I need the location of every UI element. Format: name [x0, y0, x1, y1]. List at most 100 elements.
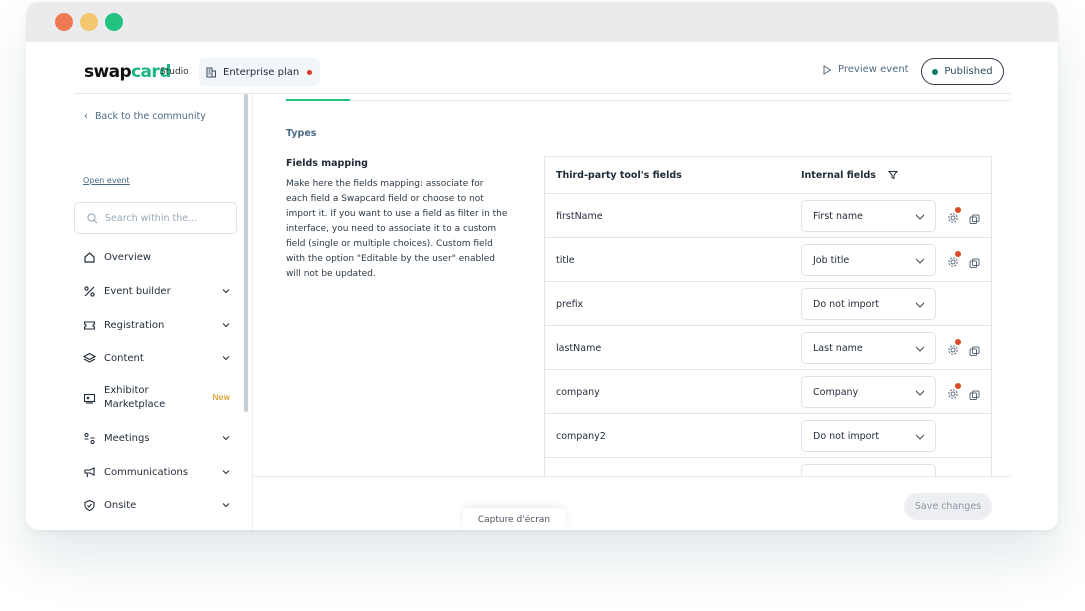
window-titlebar	[26, 2, 1058, 42]
tools-icon	[82, 284, 96, 298]
published-status-button[interactable]: Published	[921, 58, 1004, 85]
sidebar-item-label: Registration	[104, 319, 165, 331]
booth-icon	[82, 391, 96, 405]
plan-alert-dot	[307, 69, 313, 75]
chevron-down-icon	[222, 356, 230, 361]
field-settings-button[interactable]	[947, 251, 961, 267]
duplicate-field-button[interactable]	[969, 210, 981, 224]
copy-icon	[969, 346, 980, 356]
table-row: company Company	[545, 369, 991, 413]
sidebar-item-registration[interactable]: Registration	[82, 318, 230, 332]
sidebar-item-label: Onsite	[104, 499, 137, 511]
sidebar-scrollbar[interactable]	[244, 94, 248, 412]
internal-field-select[interactable]	[801, 464, 936, 476]
swapcard-logo[interactable]: swapcard	[84, 62, 171, 82]
duplicate-field-button[interactable]	[969, 342, 981, 356]
section-title-types: Types	[286, 128, 317, 139]
third-party-field-name: company2	[556, 430, 606, 442]
new-badge: New	[212, 393, 230, 402]
back-to-community-link[interactable]: ‹ Back to the community	[84, 111, 206, 122]
column-header-internal-label: Internal fields	[801, 169, 876, 181]
minimize-window-button[interactable]	[80, 13, 98, 31]
internal-field-select[interactable]: Company	[801, 376, 936, 408]
chevron-down-icon	[915, 302, 925, 308]
browser-window: swapcard Studio Enterprise plan Preview …	[26, 2, 1058, 530]
copy-icon	[969, 214, 980, 224]
settings-alert-dot	[955, 383, 961, 389]
fields-mapping-table: Third-party tool's fields Internal field…	[544, 156, 992, 476]
duplicate-field-button[interactable]	[969, 254, 981, 268]
sidebar-item-exhibitor-marketplace[interactable]: Exhibitor Marketplace New	[82, 384, 230, 412]
third-party-field-name: lastName	[556, 342, 602, 354]
sidebar-item-overview[interactable]: Overview	[82, 250, 230, 264]
sidebar-item-meetings[interactable]: Meetings	[82, 431, 230, 445]
published-label: Published	[944, 66, 993, 77]
tabs-underline	[286, 100, 1011, 101]
internal-field-select[interactable]: Do not import	[801, 288, 936, 320]
megaphone-icon	[82, 465, 96, 479]
sidebar-item-event-builder[interactable]: Event builder	[82, 284, 230, 298]
chevron-down-icon	[915, 390, 925, 396]
maximize-window-button[interactable]	[105, 13, 123, 31]
open-event-link[interactable]: Open event	[83, 176, 130, 185]
close-window-button[interactable]	[55, 13, 73, 31]
gear-icon	[948, 257, 958, 267]
chevron-down-icon	[915, 258, 925, 264]
gear-icon	[948, 213, 958, 223]
third-party-field-name: company	[556, 386, 600, 398]
badge-check-icon	[82, 498, 96, 512]
column-header-internal: Internal fields	[801, 157, 898, 193]
layers-icon	[82, 351, 96, 365]
duplicate-field-button[interactable]	[969, 386, 981, 400]
table-row: firstName First name	[545, 193, 991, 237]
footer-divider	[253, 476, 1011, 477]
internal-field-value: Last name	[813, 342, 863, 354]
copy-icon	[969, 390, 980, 400]
save-changes-button[interactable]: Save changes	[904, 493, 992, 520]
internal-field-select[interactable]: Do not import	[801, 420, 936, 452]
sidebar-item-communications[interactable]: Communications	[82, 465, 230, 479]
sidebar-item-label: Event builder	[104, 285, 171, 297]
ticket-icon	[82, 318, 96, 332]
table-row: company2 Do not import	[545, 413, 991, 457]
chevron-down-icon	[915, 434, 925, 440]
chevron-down-icon	[222, 503, 230, 508]
internal-field-value: Do not import	[813, 430, 880, 442]
table-row: title Job title	[545, 237, 991, 281]
sidebar-item-label: Overview	[104, 251, 152, 263]
third-party-field-name: prefix	[556, 298, 584, 310]
fields-mapping-title: Fields mapping	[286, 158, 368, 169]
internal-field-select[interactable]: Job title	[801, 244, 936, 276]
table-row: lastName Last name	[545, 325, 991, 369]
sidebar: ‹ Back to the community Open event Searc…	[74, 94, 250, 530]
field-settings-button[interactable]	[947, 383, 961, 399]
fields-mapping-description: Make here the fields mapping: associate …	[286, 179, 508, 279]
field-settings-button[interactable]	[947, 207, 961, 223]
third-party-field-name: title	[556, 254, 575, 266]
gear-icon	[948, 345, 958, 355]
internal-field-select[interactable]: First name	[801, 200, 936, 232]
preview-label: Preview event	[838, 64, 909, 75]
published-dot	[932, 68, 939, 75]
meetings-icon	[82, 431, 96, 445]
chevron-down-icon	[222, 289, 230, 294]
sidebar-item-label: Content	[104, 352, 144, 364]
sidebar-item-onsite[interactable]: Onsite	[82, 498, 230, 512]
internal-field-select[interactable]: Last name	[801, 332, 936, 364]
plan-badge[interactable]: Enterprise plan	[199, 58, 321, 86]
field-settings-button[interactable]	[947, 339, 961, 355]
sidebar-item-content[interactable]: Content	[82, 351, 230, 365]
back-label: Back to the community	[95, 111, 206, 122]
sidebar-search-input[interactable]: Search within the...	[74, 202, 237, 234]
screenshot-tooltip: Capture d'écran	[463, 508, 565, 530]
chevron-left-icon: ‹	[84, 111, 88, 122]
copy-icon	[969, 258, 980, 268]
active-tab-indicator	[286, 99, 350, 101]
column-header-third-party: Third-party tool's fields	[556, 169, 682, 181]
preview-event-link[interactable]: Preview event	[822, 64, 909, 75]
chevron-down-icon	[222, 470, 230, 475]
sidebar-item-label: Communications	[104, 466, 189, 478]
sidebar-item-label: Exhibitor Marketplace	[104, 384, 165, 412]
filter-icon[interactable]	[887, 170, 898, 180]
gear-icon	[948, 389, 958, 399]
